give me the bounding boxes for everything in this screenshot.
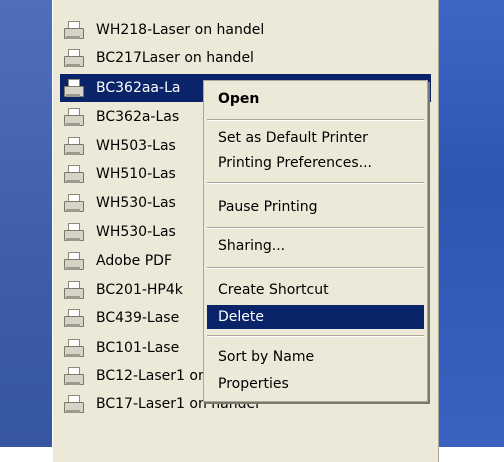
- printer-label: WH530-Las: [96, 195, 176, 211]
- printer-label: BC362aa-La: [96, 80, 181, 96]
- desktop-background-right: [439, 0, 504, 447]
- context-menu: Open Set as Default Printer Printing Pre…: [203, 80, 428, 402]
- printer-icon: [62, 222, 84, 242]
- printer-icon: [62, 338, 84, 358]
- printer-icon: [62, 251, 84, 271]
- menu-item-properties[interactable]: Properties: [207, 372, 424, 396]
- printer-label: WH218-Laser on handel: [96, 22, 265, 38]
- printer-icon: [62, 107, 84, 127]
- printer-label: WH510-Las: [96, 166, 176, 182]
- printer-label: WH503-Las: [96, 138, 176, 154]
- printer-label: BC217Laser on handel: [96, 50, 254, 66]
- menu-separator: [207, 227, 424, 229]
- menu-item-open[interactable]: Open: [207, 87, 424, 111]
- printer-label: Adobe PDF: [96, 253, 173, 269]
- menu-separator: [207, 335, 424, 337]
- printer-icon: [62, 308, 84, 328]
- menu-separator: [207, 182, 424, 184]
- printer-label: BC362a-Las: [96, 109, 180, 125]
- printer-icon: [62, 136, 84, 156]
- menu-item-delete[interactable]: Delete: [207, 305, 424, 329]
- printer-label: BC101-Lase: [96, 340, 180, 356]
- printer-icon: [62, 164, 84, 184]
- printer-icon: [62, 20, 84, 40]
- menu-item-pause-printing[interactable]: Pause Printing: [207, 195, 424, 219]
- printer-icon: [62, 48, 84, 68]
- printer-label: WH530-Las: [96, 224, 176, 240]
- printer-icon: [62, 193, 84, 213]
- printer-icon: [62, 78, 84, 98]
- printer-icon: [62, 366, 84, 386]
- menu-separator: [207, 267, 424, 269]
- menu-separator: [207, 119, 424, 121]
- printer-item[interactable]: BC217Laser on handel: [60, 44, 431, 72]
- desktop-background-left: [0, 0, 60, 447]
- printer-label: BC439-Lase: [96, 310, 180, 326]
- menu-item-set-default-printer[interactable]: Set as Default Printer: [207, 126, 424, 150]
- printer-icon: [62, 394, 84, 414]
- menu-item-create-shortcut[interactable]: Create Shortcut: [207, 278, 424, 302]
- menu-item-sort-by-name[interactable]: Sort by Name: [207, 345, 424, 369]
- printer-icon: [62, 280, 84, 300]
- printer-item[interactable]: WH218-Laser on handel: [60, 16, 431, 44]
- printer-label: BC201-HP4k: [96, 282, 183, 298]
- menu-item-sharing[interactable]: Sharing...: [207, 234, 424, 258]
- menu-item-printing-preferences[interactable]: Printing Preferences...: [207, 151, 424, 175]
